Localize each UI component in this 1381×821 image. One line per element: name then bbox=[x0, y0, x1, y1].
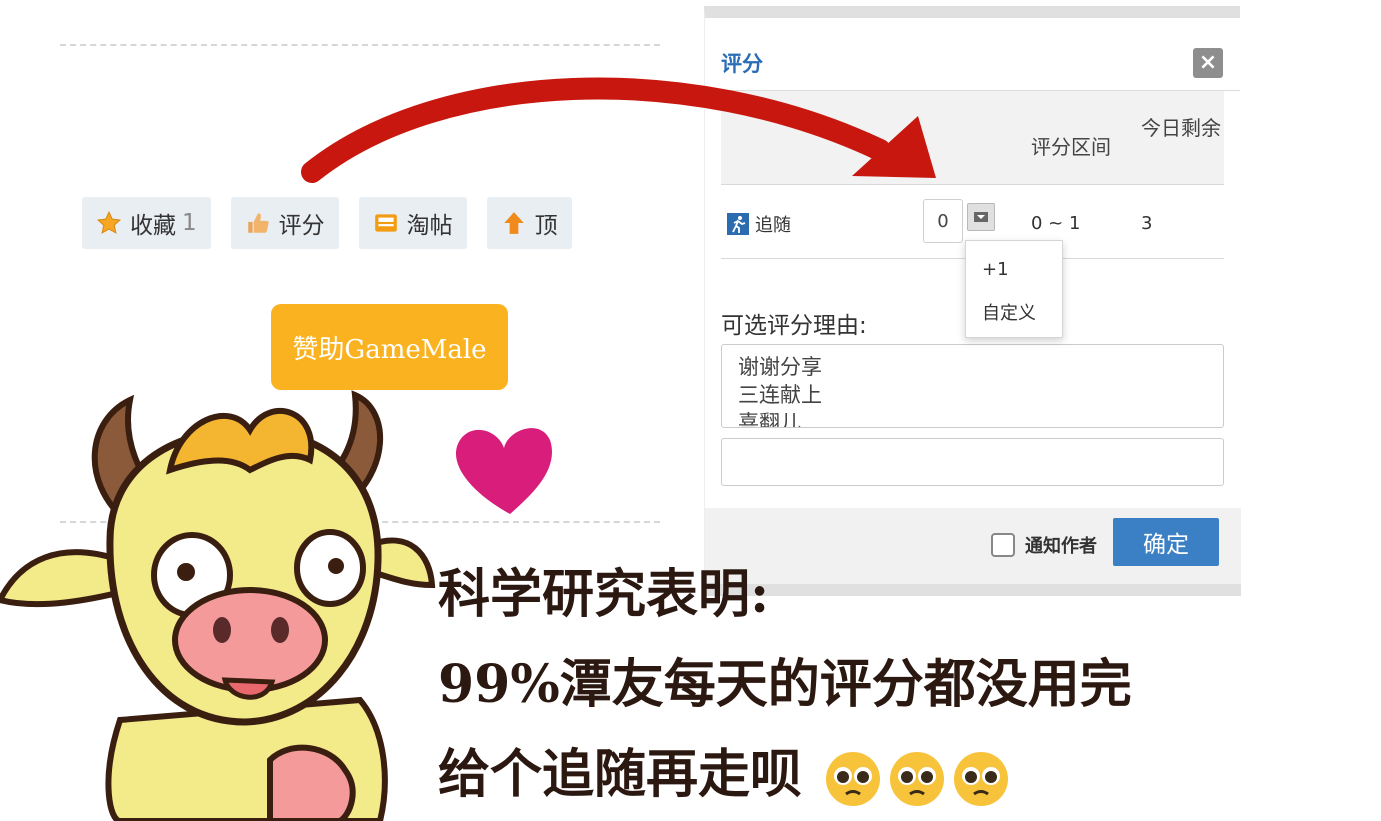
dropdown-item-plus-one[interactable]: +1 bbox=[982, 259, 1009, 280]
pleading-face-icon bbox=[890, 751, 945, 806]
caption-line-2: 99%潭友每天的评分都没用完 bbox=[438, 654, 1132, 715]
pleading-face-icon bbox=[954, 751, 1009, 806]
heart-icon bbox=[455, 428, 552, 514]
cow-mascot-icon bbox=[0, 390, 436, 821]
pleading-face-icon bbox=[826, 751, 881, 806]
caption-line-3: 给个追随再走呗 bbox=[438, 732, 1010, 808]
emoji-group bbox=[824, 750, 1010, 808]
caption-line-1: 科学研究表明: bbox=[438, 564, 770, 625]
red-arrow-icon bbox=[301, 77, 891, 183]
score-dropdown-menu: +1 自定义 bbox=[965, 240, 1063, 338]
caption-line-3-text: 给个追随再走呗 bbox=[438, 744, 803, 805]
dropdown-item-custom[interactable]: 自定义 bbox=[982, 299, 1036, 325]
